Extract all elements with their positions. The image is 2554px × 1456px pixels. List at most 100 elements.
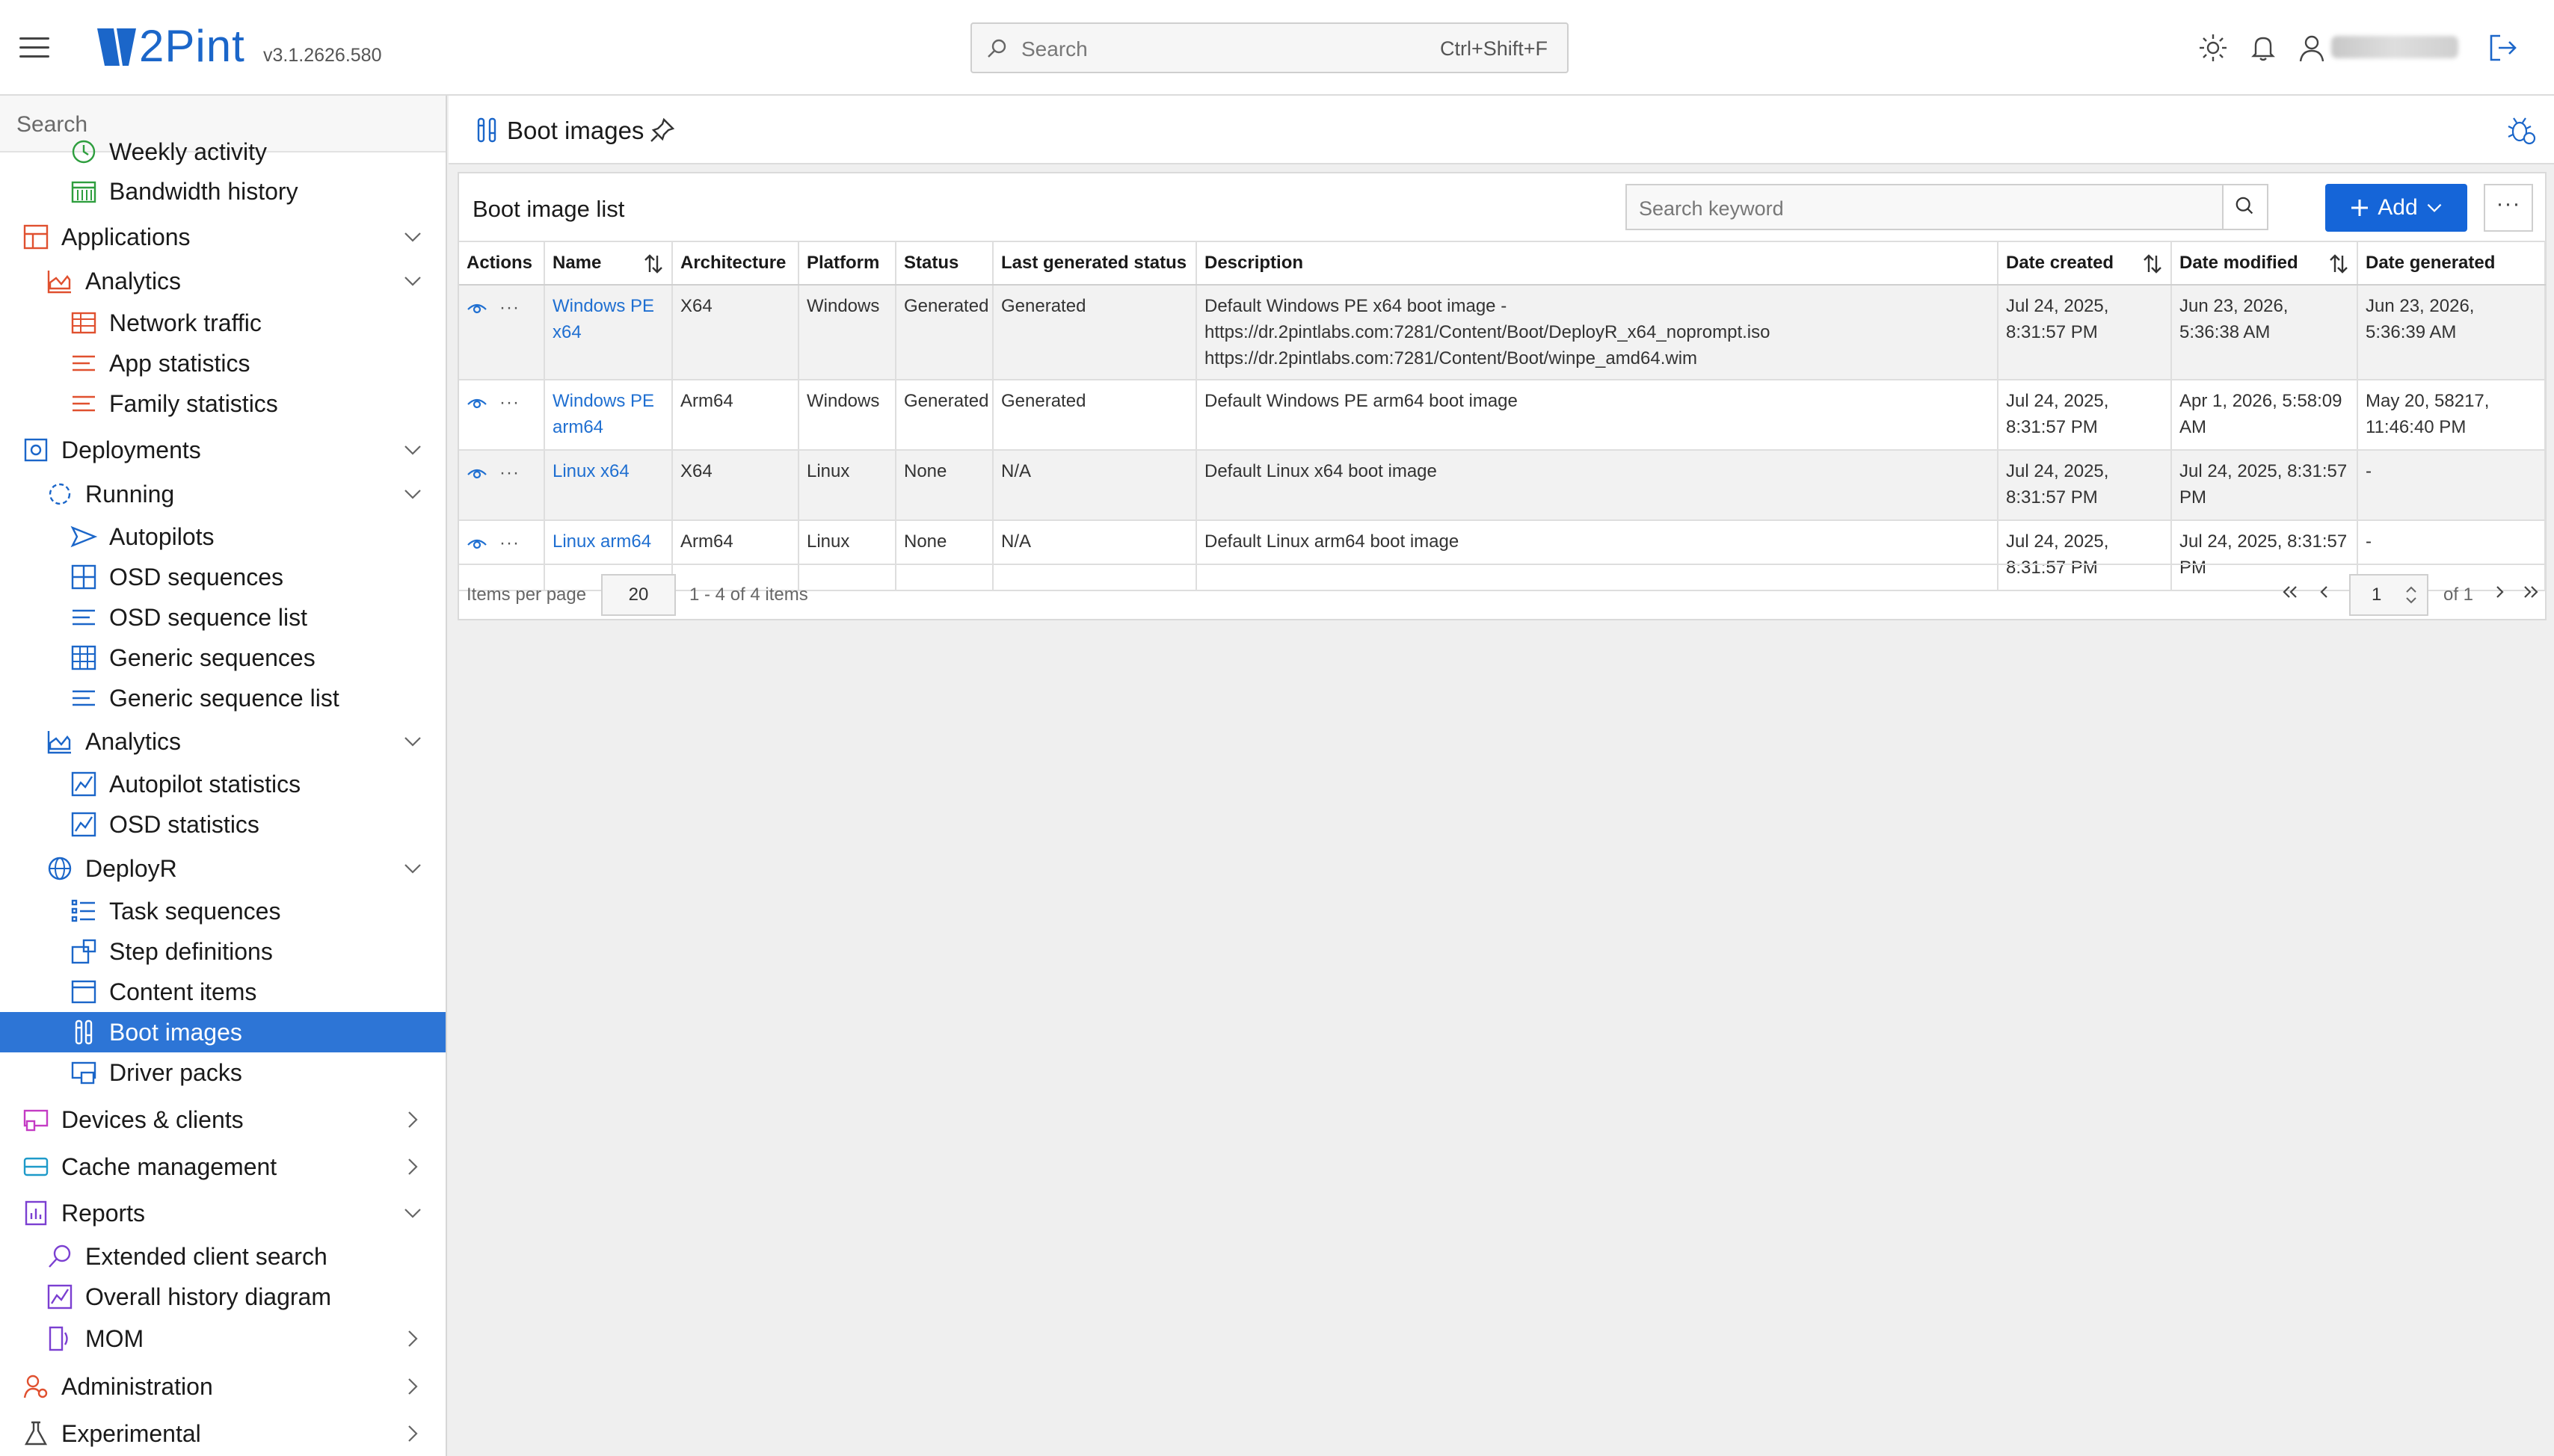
chevron-down-icon[interactable] <box>402 1203 423 1224</box>
view-eye-icon[interactable] <box>467 536 487 551</box>
sidebar-item-administration[interactable]: Administration <box>0 1366 446 1407</box>
sidebar-item-applications[interactable]: Applications <box>0 217 446 257</box>
sidebar-item-app-statistics[interactable]: App statistics <box>0 343 446 383</box>
sidebar-item-label: MOM <box>85 1324 144 1352</box>
sidebar-item-extended-client-search[interactable]: Extended client search <box>0 1236 446 1277</box>
sidebar-item-step-definitions[interactable]: Step definitions <box>0 931 446 972</box>
sidebar-item-devices-clients[interactable]: Devices & clients <box>0 1099 446 1140</box>
chart-icon <box>71 771 96 797</box>
user-icon[interactable] <box>2295 31 2328 64</box>
sidebar-item-autopilot-statistics[interactable]: Autopilot statistics <box>0 764 446 804</box>
sidebar-item-generic-sequence-list[interactable]: Generic sequence list <box>0 678 446 718</box>
add-button[interactable]: Add <box>2325 184 2467 232</box>
column-header-date-created[interactable]: Date created <box>1998 241 2172 286</box>
chevron-right-icon[interactable] <box>402 1156 423 1177</box>
previous-page-icon[interactable] <box>2313 580 2336 604</box>
sort-icon[interactable] <box>643 253 664 275</box>
sidebar-item-generic-sequences[interactable]: Generic sequences <box>0 638 446 678</box>
sidebar-item-label: OSD statistics <box>109 810 259 838</box>
pin-icon[interactable] <box>649 117 676 144</box>
sidebar-item-running[interactable]: Running <box>0 474 446 514</box>
sidebar-item-family-statistics[interactable]: Family statistics <box>0 383 446 424</box>
sort-icon[interactable] <box>2328 253 2349 275</box>
username-blurred[interactable] <box>2331 36 2458 58</box>
sidebar-item-cache-management[interactable]: Cache management <box>0 1147 446 1187</box>
notifications-bell-icon[interactable] <box>2247 31 2280 64</box>
column-header-name[interactable]: Name <box>544 241 673 286</box>
column-header-description[interactable]: Description <box>1196 241 1998 286</box>
chevron-right-icon[interactable] <box>402 1423 423 1444</box>
row-more-button[interactable]: ··· <box>499 460 520 486</box>
sidebar-item-deployr[interactable]: DeployR <box>0 848 446 889</box>
sidebar-item-osd-sequence-list[interactable]: OSD sequence list <box>0 597 446 638</box>
first-page-icon[interactable] <box>2279 580 2301 604</box>
column-header-platform[interactable]: Platform <box>798 241 896 286</box>
column-header-architecture[interactable]: Architecture <box>672 241 799 286</box>
column-header-date-generated[interactable]: Date generated <box>2357 241 2546 286</box>
last-page-icon[interactable] <box>2520 580 2542 604</box>
view-eye-icon[interactable] <box>467 300 487 315</box>
row-more-button[interactable]: ··· <box>499 294 520 321</box>
sidebar-item-label: Experimental <box>61 1419 201 1447</box>
menu-icon[interactable] <box>19 37 49 58</box>
sidebar-item-label: Reports <box>61 1199 146 1227</box>
items-per-page-select[interactable]: 20 <box>601 574 676 616</box>
column-header-last-generated-status[interactable]: Last generated status <box>993 241 1197 286</box>
running-spinner-icon <box>49 483 71 505</box>
page-spinner-icon[interactable] <box>2403 582 2419 608</box>
keyword-search-input[interactable]: Search keyword <box>1625 184 2268 230</box>
chevron-down-icon[interactable] <box>402 858 423 879</box>
logout-icon[interactable] <box>2487 31 2520 64</box>
more-options-button[interactable]: ··· <box>2484 184 2533 232</box>
current-page-input[interactable]: 1 <box>2349 574 2428 616</box>
sidebar-item-osd-sequences[interactable]: OSD sequences <box>0 557 446 597</box>
view-eye-icon[interactable] <box>467 395 487 410</box>
chart-icon <box>47 1284 73 1310</box>
chevron-down-icon[interactable] <box>402 439 423 460</box>
view-eye-icon[interactable] <box>467 466 487 481</box>
next-page-icon[interactable] <box>2488 580 2511 604</box>
cell-description: Default Windows PE arm64 boot image <box>1196 380 1998 451</box>
sidebar-item-task-sequences[interactable]: Task sequences <box>0 891 446 931</box>
row-name-link[interactable]: Linux x64 <box>553 461 630 481</box>
row-more-button[interactable]: ··· <box>499 389 520 416</box>
sidebar-item-content-items[interactable]: Content items <box>0 972 446 1012</box>
sidebar-item-reports[interactable]: Reports <box>0 1193 446 1233</box>
sidebar-item-autopilots[interactable]: Autopilots <box>0 516 446 557</box>
sidebar-item-mom[interactable]: MOM <box>0 1318 446 1359</box>
sidebar-item-network-traffic[interactable]: Network traffic <box>0 303 446 343</box>
app-logo[interactable]: 2Pint <box>97 22 245 70</box>
theme-toggle-icon[interactable] <box>2197 31 2230 64</box>
sidebar-item-boot-images[interactable]: Boot images <box>0 1012 446 1052</box>
sidebar-item-overall-history-diagram[interactable]: Overall history diagram <box>0 1277 446 1317</box>
row-name-link[interactable]: Windows PE arm64 <box>553 391 654 437</box>
sidebar-item-applications-analytics[interactable]: Analytics <box>0 261 446 301</box>
debug-settings-icon[interactable] <box>2506 115 2538 146</box>
sidebar-item-driver-packs[interactable]: Driver packs <box>0 1052 446 1093</box>
chevron-down-icon[interactable] <box>402 484 423 505</box>
chevron-down-icon[interactable] <box>402 226 423 247</box>
cell-architecture: Arm64 <box>672 380 799 451</box>
chevron-right-icon[interactable] <box>402 1376 423 1397</box>
admin-user-icon <box>23 1375 48 1398</box>
sidebar-item-experimental[interactable]: Experimental <box>0 1413 446 1454</box>
global-search-input[interactable]: Search Ctrl+Shift+F <box>970 22 1569 73</box>
sidebar-item-bandwidth-history[interactable]: Bandwidth history <box>0 171 446 212</box>
row-name-link[interactable]: Linux arm64 <box>553 531 651 552</box>
row-more-button[interactable]: ··· <box>499 530 520 556</box>
table-header-row: Actions Name Architecture Platform Statu… <box>459 241 2546 286</box>
sidebar-item-deployments[interactable]: Deployments <box>0 430 446 470</box>
sidebar-item-weekly-activity[interactable]: Weekly activity <box>0 132 446 172</box>
keyword-search-button[interactable] <box>2222 184 2268 230</box>
row-name-link[interactable]: Windows PE x64 <box>553 296 654 342</box>
sidebar-item-label: Content items <box>109 978 257 1005</box>
chevron-right-icon[interactable] <box>402 1328 423 1349</box>
chevron-down-icon[interactable] <box>402 271 423 291</box>
chevron-down-icon[interactable] <box>402 731 423 752</box>
column-header-date-modified[interactable]: Date modified <box>2171 241 2358 286</box>
sort-icon[interactable] <box>2142 253 2163 275</box>
column-header-status[interactable]: Status <box>896 241 994 286</box>
chevron-right-icon[interactable] <box>402 1109 423 1130</box>
sidebar-item-osd-statistics[interactable]: OSD statistics <box>0 804 446 845</box>
sidebar-item-deployments-analytics[interactable]: Analytics <box>0 721 446 762</box>
